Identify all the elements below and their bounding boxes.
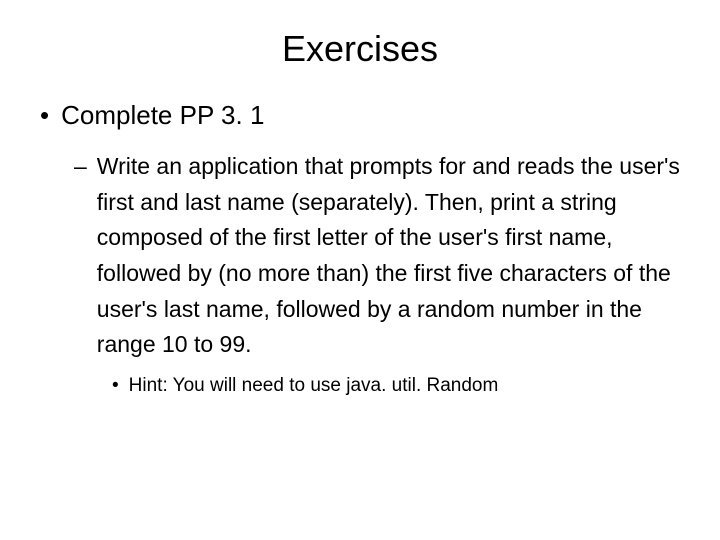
bullet-marker-dot-small: • [112,375,119,397]
bullet-level-1: • Complete PP 3. 1 [40,100,688,131]
bullet-l1-text: Complete PP 3. 1 [61,100,264,131]
bullet-marker-dash: – [74,149,87,363]
bullet-level-2: – Write an application that prompts for … [74,149,688,363]
slide: Exercises • Complete PP 3. 1 – Write an … [0,0,720,540]
bullet-level-3: • Hint: You will need to use java. util.… [112,375,688,397]
bullet-l2-text: Write an application that prompts for an… [97,149,687,363]
slide-title: Exercises [32,28,688,70]
bullet-marker-dot: • [40,100,49,131]
bullet-l3-text: Hint: You will need to use java. util. R… [129,375,499,397]
